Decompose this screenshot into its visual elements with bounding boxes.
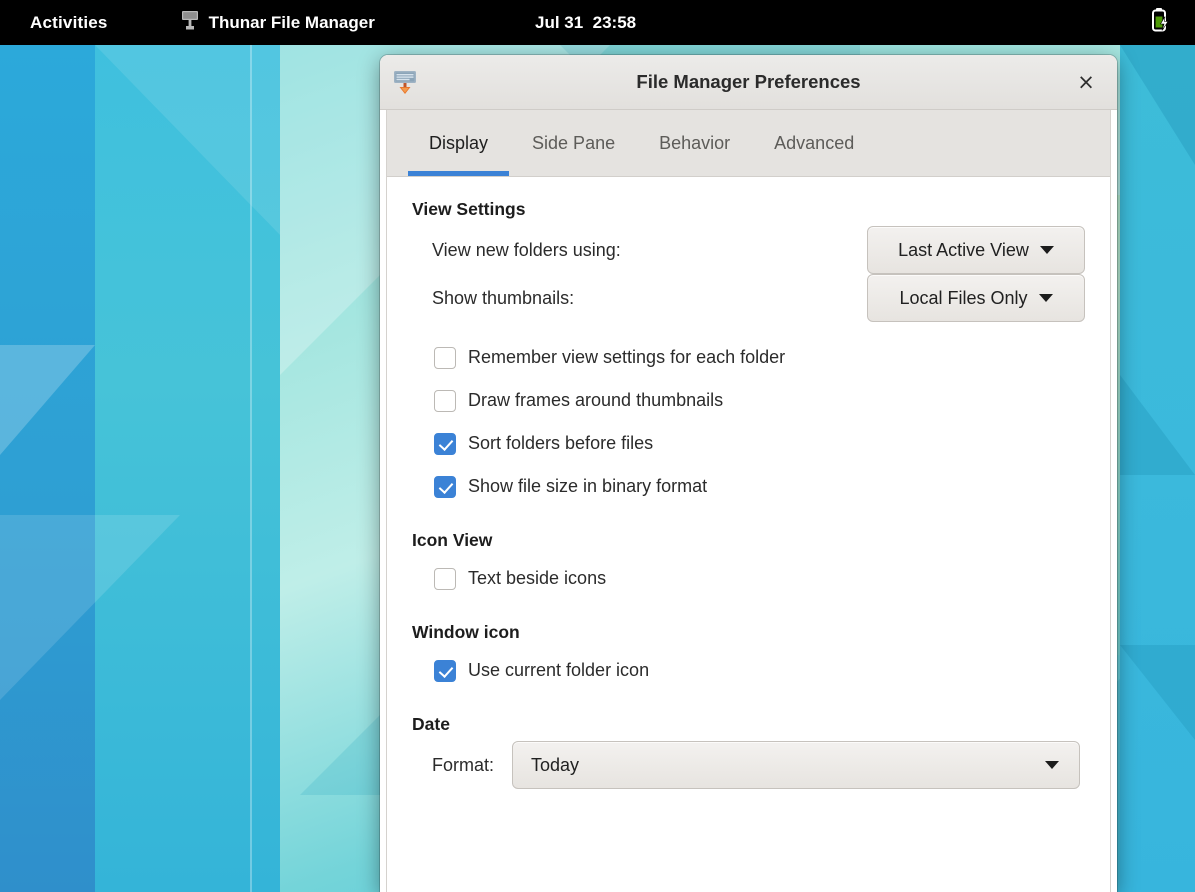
display-tab-panel: View Settings View new folders using: La… xyxy=(387,177,1110,892)
checkbox-label: Draw frames around thumbnails xyxy=(468,390,723,411)
tab-display[interactable]: Display xyxy=(407,110,510,176)
tab-advanced[interactable]: Advanced xyxy=(752,110,876,176)
row-show-thumbnails: Show thumbnails: Local Files Only xyxy=(412,274,1085,322)
combo-view-new-folders-value: Last Active View xyxy=(898,240,1029,261)
combo-show-thumbnails-value: Local Files Only xyxy=(899,288,1027,309)
thunar-icon xyxy=(180,9,200,36)
combo-date-format[interactable]: Today xyxy=(512,741,1080,789)
wallpaper-shape xyxy=(1120,45,1195,165)
battery-charging-icon xyxy=(1149,6,1173,39)
section-title-date: Date xyxy=(412,714,1085,735)
chevron-down-icon xyxy=(1039,294,1053,302)
checkbox-indicator[interactable] xyxy=(434,347,456,369)
wallpaper-shape xyxy=(0,345,95,455)
window-list-item-thunar[interactable]: Thunar File Manager xyxy=(180,9,375,36)
checkbox-indicator[interactable] xyxy=(434,568,456,590)
thunar-window-icon xyxy=(389,66,421,98)
checkbox-label: Remember view settings for each folder xyxy=(468,347,785,368)
chevron-down-icon xyxy=(1045,761,1059,769)
section-title-icon-view: Icon View xyxy=(412,530,1085,551)
spacer xyxy=(412,600,1085,622)
chevron-down-icon xyxy=(1040,246,1054,254)
checkbox-use-current-folder-icon[interactable]: Use current folder icon xyxy=(412,649,1085,692)
combo-date-format-value: Today xyxy=(531,755,579,776)
spacer xyxy=(412,322,1085,336)
file-manager-preferences-window: File Manager Preferences × Display Side … xyxy=(380,55,1117,892)
tab-side-pane[interactable]: Side Pane xyxy=(510,110,637,176)
checkbox-indicator[interactable] xyxy=(434,660,456,682)
label-view-new-folders: View new folders using: xyxy=(432,240,621,261)
label-show-thumbnails: Show thumbnails: xyxy=(432,288,574,309)
checkbox-label: Show file size in binary format xyxy=(468,476,707,497)
combo-view-new-folders[interactable]: Last Active View xyxy=(867,226,1085,274)
checkbox-sort-folders-before-files[interactable]: Sort folders before files xyxy=(412,422,1085,465)
preferences-notebook: Display Side Pane Behavior Advanced View… xyxy=(386,110,1111,892)
label-date-format: Format: xyxy=(432,755,494,776)
top-panel: Activities Thunar File Manager Jul 31 23… xyxy=(0,0,1195,45)
tab-behavior[interactable]: Behavior xyxy=(637,110,752,176)
tab-bar: Display Side Pane Behavior Advanced xyxy=(387,110,1110,177)
combo-show-thumbnails[interactable]: Local Files Only xyxy=(867,274,1085,322)
spacer xyxy=(412,692,1085,714)
system-tray[interactable] xyxy=(1149,6,1173,39)
checkbox-indicator[interactable] xyxy=(434,476,456,498)
spacer xyxy=(412,508,1085,530)
row-date-format: Format: Today xyxy=(412,741,1085,789)
checkbox-binary-file-size[interactable]: Show file size in binary format xyxy=(412,465,1085,508)
checkbox-indicator[interactable] xyxy=(434,433,456,455)
checkbox-draw-frames[interactable]: Draw frames around thumbnails xyxy=(412,379,1085,422)
wallpaper-shape xyxy=(1120,375,1195,475)
checkbox-indicator[interactable] xyxy=(434,390,456,412)
panel-clock[interactable]: Jul 31 23:58 xyxy=(535,13,636,33)
checkbox-label: Sort folders before files xyxy=(468,433,653,454)
checkbox-label: Use current folder icon xyxy=(468,660,649,681)
window-title: File Manager Preferences xyxy=(380,71,1117,93)
section-title-window-icon: Window icon xyxy=(412,622,1085,643)
wallpaper-shape xyxy=(0,45,95,892)
section-title-view-settings: View Settings xyxy=(412,199,1085,220)
checkbox-label: Text beside icons xyxy=(468,568,606,589)
window-titlebar[interactable]: File Manager Preferences × xyxy=(380,55,1117,110)
checkbox-text-beside-icons[interactable]: Text beside icons xyxy=(412,557,1085,600)
wallpaper-shape xyxy=(1120,645,1195,740)
wallpaper-shape xyxy=(95,45,280,235)
checkbox-remember-view-settings[interactable]: Remember view settings for each folder xyxy=(412,336,1085,379)
wallpaper-shape xyxy=(250,45,252,892)
activities-button[interactable]: Activities xyxy=(30,13,108,33)
row-view-new-folders: View new folders using: Last Active View xyxy=(412,226,1085,274)
close-icon[interactable]: × xyxy=(1073,69,1099,95)
window-list-item-label: Thunar File Manager xyxy=(209,13,375,33)
wallpaper-shape xyxy=(0,515,180,700)
